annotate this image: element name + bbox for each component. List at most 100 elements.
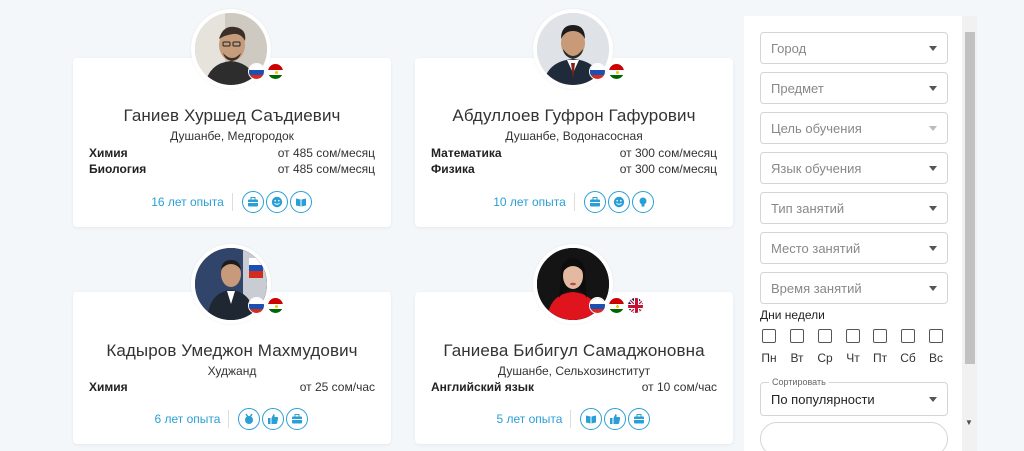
subject-name: Химия	[89, 146, 128, 160]
tajikistan-flag-icon	[608, 297, 625, 314]
tutor-name[interactable]: Абдуллоев Гуфрон Гафурович	[415, 106, 733, 126]
lightbulb-icon[interactable]	[631, 191, 654, 213]
subject-name: Физика	[431, 162, 475, 176]
sort-label: Сортировать	[769, 377, 829, 387]
subject-name: Английский язык	[431, 380, 534, 394]
lesson-type-select-placeholder: Тип занятий	[771, 201, 845, 216]
card-footer: 16 лет опыта	[73, 190, 391, 214]
day-checkbox[interactable]: Сб	[900, 329, 916, 365]
time-select[interactable]: Время занятий	[760, 272, 948, 304]
days-label: Дни недели	[760, 308, 825, 322]
day-label: Вт	[790, 351, 804, 365]
card-footer: 5 лет опыта	[415, 407, 733, 431]
checkbox[interactable]	[762, 329, 776, 343]
city-select[interactable]: Город	[760, 32, 948, 64]
medal-icon[interactable]	[238, 408, 261, 430]
checkbox[interactable]	[929, 329, 943, 343]
smile-icon[interactable]	[265, 191, 288, 213]
chevron-down-icon	[929, 166, 937, 171]
tajikistan-flag-icon	[267, 63, 284, 80]
place-select[interactable]: Место занятий	[760, 232, 948, 264]
divider	[570, 410, 572, 428]
briefcase-icon[interactable]	[286, 408, 309, 430]
chevron-down-icon	[929, 86, 937, 91]
chevron-down-icon	[929, 246, 937, 251]
day-label: Чт	[846, 351, 860, 365]
day-checkbox[interactable]: Вт	[790, 329, 804, 365]
subject-row: Химия от 25 сом/час	[89, 380, 375, 396]
tutor-location: Душанбе, Медгородок	[170, 129, 294, 143]
divider	[573, 193, 575, 211]
card-footer: 6 лет опыта	[73, 407, 391, 431]
day-label: Ср	[817, 351, 833, 365]
checkbox[interactable]	[901, 329, 915, 343]
subject-price: от 485 сом/месяц	[277, 146, 375, 160]
subject-row: Математика от 300 сом/месяц	[431, 146, 717, 162]
book-icon[interactable]	[289, 191, 312, 213]
checkbox[interactable]	[873, 329, 887, 343]
experience-link[interactable]: 16 лет опыта	[151, 195, 224, 209]
russia-flag-icon	[589, 297, 606, 314]
search-button[interactable]	[760, 422, 948, 451]
goal-select-placeholder: Цель обучения	[771, 121, 862, 136]
filter-sidebar: Город Предмет Цель обучения Язык обучени…	[744, 16, 962, 451]
day-checkbox[interactable]: Вс	[929, 329, 943, 365]
language-flags	[589, 63, 625, 80]
subject-price: от 10 сом/час	[641, 380, 717, 394]
chevron-down-icon	[929, 126, 937, 131]
smile-icon[interactable]	[607, 191, 630, 213]
divider	[231, 193, 233, 211]
tajikistan-flag-icon	[608, 63, 625, 80]
language-select[interactable]: Язык обучения	[760, 152, 948, 184]
checkbox[interactable]	[818, 329, 832, 343]
scroll-down-arrow-icon[interactable]: ▼	[965, 418, 973, 427]
briefcase-icon[interactable]	[241, 191, 264, 213]
day-label: Вс	[928, 351, 943, 365]
language-flags	[248, 63, 284, 80]
briefcase-icon[interactable]	[583, 191, 606, 213]
card-footer: 10 лет опыта	[415, 190, 733, 214]
day-checkbox[interactable]: Пт	[873, 329, 887, 365]
experience-link[interactable]: 6 лет опыта	[155, 412, 221, 426]
subject-price: от 300 сом/месяц	[619, 146, 717, 160]
tutor-name[interactable]: Кадыров Умеджон Махмудович	[73, 341, 391, 361]
uk-flag-icon	[627, 297, 644, 314]
chevron-down-icon	[929, 397, 937, 402]
sort-select[interactable]: Сортировать По популярности	[760, 377, 948, 416]
thumbs-up-icon[interactable]	[262, 408, 285, 430]
book-icon[interactable]	[580, 408, 603, 430]
language-select-placeholder: Язык обучения	[771, 161, 862, 176]
checkbox[interactable]	[846, 329, 860, 343]
day-label: Сб	[900, 351, 916, 365]
subject-select[interactable]: Предмет	[760, 72, 948, 104]
subject-row: Биология от 485 сом/месяц	[89, 162, 375, 178]
thumbs-up-icon[interactable]	[604, 408, 627, 430]
subject-select-placeholder: Предмет	[771, 81, 824, 96]
chevron-down-icon	[929, 286, 937, 291]
day-label: Пн	[761, 351, 777, 365]
experience-link[interactable]: 10 лет опыта	[493, 195, 566, 209]
city-select-placeholder: Город	[771, 41, 807, 56]
russia-flag-icon	[589, 63, 606, 80]
subject-row: Английский язык от 10 сом/час	[431, 380, 717, 396]
subject-row: Химия от 485 сом/месяц	[89, 146, 375, 162]
tutor-name[interactable]: Ганиев Хуршед Саъдиевич	[73, 106, 391, 126]
scrollbar-thumb[interactable]	[965, 32, 975, 364]
checkbox[interactable]	[790, 329, 804, 343]
day-checkbox[interactable]: Ср	[817, 329, 833, 365]
day-checkbox[interactable]: Пн	[761, 329, 777, 365]
day-checkbox[interactable]: Чт	[846, 329, 860, 365]
place-select-placeholder: Место занятий	[771, 241, 861, 256]
language-flags	[248, 297, 284, 314]
subject-name: Биология	[89, 162, 147, 176]
tutor-name[interactable]: Ганиева Бибигул Самаджоновна	[415, 341, 733, 361]
sort-value: По популярности	[771, 392, 875, 407]
russia-flag-icon	[248, 63, 265, 80]
goal-select[interactable]: Цель обучения	[760, 112, 948, 144]
briefcase-icon[interactable]	[628, 408, 651, 430]
russia-flag-icon	[248, 297, 265, 314]
subject-name: Химия	[89, 380, 128, 394]
lesson-type-select[interactable]: Тип занятий	[760, 192, 948, 224]
experience-link[interactable]: 5 лет опыта	[497, 412, 563, 426]
subject-name: Математика	[431, 146, 502, 160]
